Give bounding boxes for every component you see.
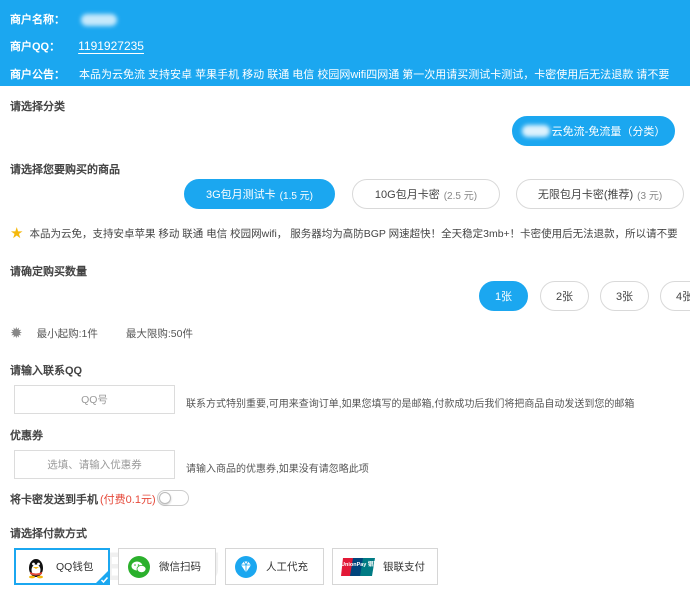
quantity-option-2[interactable]: 2张 — [540, 281, 589, 311]
unionpay-icon: UnionPay 银联 — [341, 556, 379, 578]
announcement-label: 商户公告： — [10, 69, 65, 81]
product-option-name: 3G包月测试卡 — [205, 189, 276, 201]
pay-wechat-label: 微信扫码 — [159, 561, 201, 573]
coupon-label: 优惠券 — [10, 430, 43, 442]
merchant-name-row: 商户名称： — [10, 11, 117, 27]
pay-qq-wallet-label: QQ钱包 — [56, 561, 94, 573]
qq-penguin-icon — [29, 558, 43, 578]
unionpay-logo-text: UnionPay 银联 — [341, 561, 379, 568]
diamond-icon — [235, 555, 257, 578]
pay-unionpay-button[interactable]: UnionPay 银联 银联支付 — [332, 548, 438, 585]
product-label: 请选择您要购买的商品 — [10, 164, 120, 176]
min-purchase-text: 最小起购:1件 — [36, 327, 98, 340]
quantity-option-4[interactable]: 4张 — [660, 281, 690, 311]
pay-manual-button[interactable]: 人工代充 — [225, 548, 324, 585]
wechat-icon — [128, 555, 150, 578]
merchant-name-redacted — [81, 14, 117, 27]
merchant-header: 商户名称： 商户QQ： 1191927235 商户公告： 本品为云免流 支持安卓 苹… — [0, 0, 690, 86]
send-to-phone-text: 将卡密发送到手机 — [10, 494, 98, 506]
payment-label: 请选择付款方式 — [10, 528, 87, 540]
send-to-phone-toggle[interactable] — [157, 490, 189, 506]
contact-label: 请输入联系QQ — [10, 365, 83, 377]
contact-qq-input[interactable] — [14, 385, 175, 414]
max-purchase-text: 最大限购:50件 — [125, 327, 193, 340]
product-notice: ★ 本品为云免，支持安卓苹果 移动 联通 电信 校园网wifi， 服务器均为高防… — [10, 224, 690, 242]
product-option-test-card[interactable]: 3G包月测试卡 (1.5 元) — [184, 179, 335, 209]
coupon-input[interactable] — [14, 450, 175, 479]
product-option-10g[interactable]: 10G包月卡密 (2.5 元) — [352, 179, 500, 209]
toggle-knob — [159, 492, 171, 504]
announcement-row: 商户公告： 本品为云免流 支持安卓 苹果手机 移动 联通 电信 校园网wifi四网… — [10, 66, 690, 82]
category-label: 请选择分类 — [10, 101, 65, 113]
purchase-limits: ✹ 最小起购:1件 最大限购:50件 — [10, 324, 193, 342]
pay-unionpay-label: 银联支付 — [383, 561, 425, 573]
contact-hint: 联系方式特别重要,可用来查询订单,如果您填写的是邮箱,付款成功后我们将把商品自动… — [186, 399, 635, 410]
pay-qq-wallet-button[interactable]: QQ钱包 — [14, 548, 110, 585]
send-to-phone-fee: (付费0.1元) — [100, 494, 156, 506]
announcement-text: 本品为云免流 支持安卓 苹果手机 移动 联通 电信 校园网wifi四网通 第一次… — [79, 69, 670, 81]
coupon-hint: 请输入商品的优惠券,如果没有请忽略此项 — [186, 464, 369, 475]
product-option-price: (2.5 元) — [443, 190, 478, 202]
product-option-price: (1.5 元) — [279, 190, 314, 202]
quantity-option-1[interactable]: 1张 — [479, 281, 528, 311]
category-selected-label: 云免流-免流量（分类） — [551, 126, 666, 138]
send-to-phone-label: 将卡密发送到手机 (付费0.1元) — [10, 491, 156, 507]
pay-wechat-button[interactable]: 微信扫码 — [118, 548, 216, 585]
product-option-price: (3 元) — [637, 190, 663, 202]
product-option-unlimited[interactable]: 无限包月卡密(推荐) (3 元) — [516, 179, 684, 209]
category-prefix-redacted — [521, 125, 550, 137]
merchant-name-label: 商户名称： — [10, 14, 65, 26]
gear-icon: ✹ — [10, 325, 23, 342]
quantity-option-3[interactable]: 3张 — [600, 281, 649, 311]
merchant-qq-label: 商户QQ： — [10, 41, 61, 53]
star-icon: ★ — [10, 225, 24, 242]
selected-check-icon — [94, 569, 110, 585]
merchant-qq-link[interactable]: 1191927235 — [78, 39, 144, 53]
notice-text: 本品为云免，支持安卓苹果 移动 联通 电信 校园网wifi， 服务器均为高防BG… — [29, 227, 678, 240]
pay-manual-label: 人工代充 — [266, 561, 308, 573]
product-option-name: 无限包月卡密(推荐) — [537, 189, 634, 201]
quantity-label: 请确定购买数量 — [10, 266, 87, 278]
merchant-qq-row: 商户QQ： 1191927235 — [10, 38, 144, 54]
category-select-button[interactable]: 云免流-免流量（分类） — [512, 116, 675, 146]
product-option-name: 10G包月卡密 — [374, 189, 440, 201]
